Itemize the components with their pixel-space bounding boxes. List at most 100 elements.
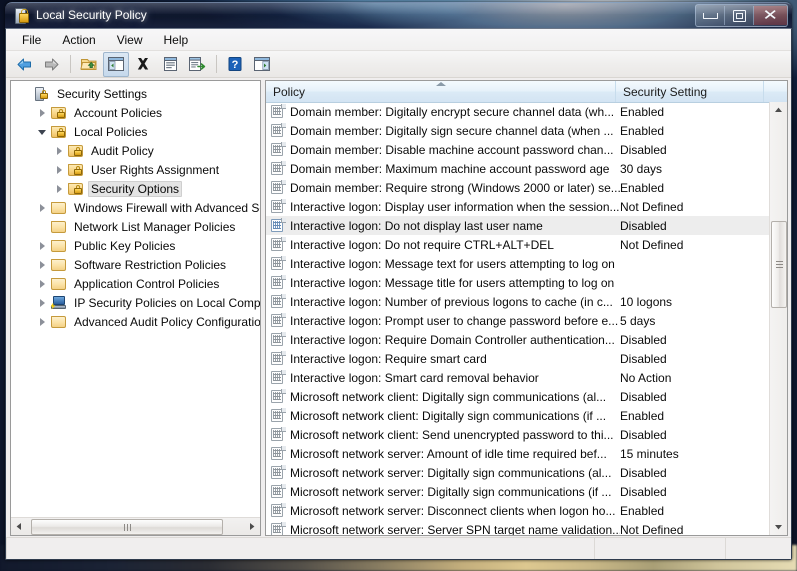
tree-item-user-rights-assignment[interactable]: User Rights Assignment	[11, 160, 260, 179]
policy-setting-icon	[270, 103, 286, 120]
chevron-down-icon[interactable]	[34, 122, 50, 141]
security-setting-cell: Enabled	[620, 123, 665, 138]
chevron-right-icon[interactable]	[34, 312, 50, 331]
policy-setting-icon	[270, 464, 286, 481]
policy-setting-icon	[270, 350, 286, 367]
menu-view[interactable]: View	[107, 30, 153, 50]
properties-icon[interactable]	[157, 52, 183, 77]
security-settings-icon	[33, 86, 51, 102]
table-row[interactable]: Interactive logon: Require smart card Dis…	[266, 349, 770, 368]
tree-hscroll-thumb[interactable]	[31, 519, 223, 535]
table-row[interactable]: Interactive logon: Do not display last u…	[266, 216, 770, 235]
tree-item-security-settings[interactable]: Security Settings	[11, 84, 260, 103]
tree-item-audit-policy[interactable]: Audit Policy	[11, 141, 260, 160]
table-row[interactable]: Domain member: Require strong (Windows 2…	[266, 178, 770, 197]
scroll-down-button[interactable]	[770, 518, 787, 535]
status-bar	[6, 537, 791, 559]
table-row[interactable]: Microsoft network client: Send unencrypt…	[266, 425, 770, 444]
chevron-right-icon[interactable]	[34, 236, 50, 255]
status-pane-2	[594, 538, 725, 559]
tree-twist-placeholder	[17, 84, 33, 103]
tree-item-local-policies[interactable]: Local Policies	[11, 122, 260, 141]
policy-name-cell: Interactive logon: Prompt user to change…	[290, 313, 619, 328]
table-row[interactable]: Microsoft network server: Digitally sign…	[266, 482, 770, 501]
tree-item-account-policies[interactable]: Account Policies	[11, 103, 260, 122]
policy-name-cell: Interactive logon: Do not display last u…	[290, 218, 543, 233]
table-row[interactable]: Interactive logon: Number of previous lo…	[266, 292, 770, 311]
security-setting-cell: Disabled	[620, 484, 667, 499]
tree-item-ip-security-policies-on-local-compute[interactable]: IP Security Policies on Local Compute	[11, 293, 260, 312]
table-row[interactable]: Microsoft network server: Digitally sign…	[266, 463, 770, 482]
show-hide-action-pane-icon[interactable]	[249, 52, 275, 77]
scroll-up-button[interactable]	[770, 102, 787, 119]
chevron-right-icon[interactable]	[51, 160, 67, 179]
close-button[interactable]: ✕	[754, 6, 787, 25]
policy-rows: Domain member: Digitally encrypt secure …	[266, 102, 770, 535]
tree-item-windows-firewall-with-advanced-secu[interactable]: Windows Firewall with Advanced Secu	[11, 198, 260, 217]
table-row[interactable]: Domain member: Digitally encrypt secure …	[266, 102, 770, 121]
policy-setting-icon	[270, 274, 286, 291]
table-row[interactable]: Interactive logon: Message title for use…	[266, 273, 770, 292]
tree-item-application-control-policies[interactable]: Application Control Policies	[11, 274, 260, 293]
delete-x-icon[interactable]	[130, 52, 156, 77]
table-row[interactable]: Interactive logon: Smart card removal be…	[266, 368, 770, 387]
chevron-right-icon[interactable]	[34, 103, 50, 122]
chevron-right-icon[interactable]	[51, 141, 67, 160]
policy-name-cell: Microsoft network server: Digitally sign…	[290, 484, 612, 499]
chevron-right-icon[interactable]	[34, 293, 50, 312]
table-row[interactable]: Interactive logon: Display user informat…	[266, 197, 770, 216]
scroll-left-button[interactable]	[11, 518, 28, 535]
table-row[interactable]: Interactive logon: Require Domain Contro…	[266, 330, 770, 349]
toolbar: ?	[6, 51, 791, 78]
policy-setting-icon	[270, 160, 286, 177]
scrollbar-grip-icon	[123, 523, 131, 531]
tree-item-software-restriction-policies[interactable]: Software Restriction Policies	[11, 255, 260, 274]
up-one-level-folder-icon[interactable]	[76, 52, 102, 77]
tree-item-public-key-policies[interactable]: Public Key Policies	[11, 236, 260, 255]
scroll-right-button[interactable]	[243, 518, 260, 535]
menu-help[interactable]: Help	[154, 30, 199, 50]
tree-hscroll-track[interactable]	[28, 518, 243, 535]
table-row[interactable]: Interactive logon: Message text for user…	[266, 254, 770, 273]
chevron-right-icon[interactable]	[51, 179, 67, 198]
column-header-policy[interactable]: Policy	[266, 81, 616, 102]
table-row[interactable]: Microsoft network server: Disconnect cli…	[266, 501, 770, 520]
table-row[interactable]: Microsoft network client: Digitally sign…	[266, 387, 770, 406]
policy-name-cell: Domain member: Disable machine account p…	[290, 142, 614, 157]
title-bar[interactable]: Local Security Policy ✕	[5, 2, 792, 28]
policy-setting-icon	[270, 293, 286, 310]
table-row[interactable]: Interactive logon: Do not require CTRL+A…	[266, 235, 770, 254]
table-row[interactable]: Domain member: Digitally sign secure cha…	[266, 121, 770, 140]
tree-item-security-options[interactable]: Security Options	[11, 179, 260, 198]
tree-item-label: Windows Firewall with Advanced Secu	[74, 200, 260, 215]
table-row[interactable]: Interactive logon: Prompt user to change…	[266, 311, 770, 330]
menu-bar: File Action View Help	[6, 29, 791, 51]
menu-action[interactable]: Action	[52, 30, 105, 50]
table-row[interactable]: Domain member: Maximum machine account p…	[266, 159, 770, 178]
table-row[interactable]: Domain member: Disable machine account p…	[266, 140, 770, 159]
export-list-icon[interactable]	[184, 52, 210, 77]
security-setting-cell: Not Defined	[620, 199, 684, 214]
column-header-security-setting[interactable]: Security Setting	[616, 81, 764, 102]
menu-file[interactable]: File	[12, 30, 51, 50]
chevron-right-icon[interactable]	[34, 274, 50, 293]
list-vertical-scrollbar[interactable]	[769, 102, 787, 535]
tree-item-network-list-manager-policies[interactable]: Network List Manager Policies	[11, 217, 260, 236]
policy-name-cell: Microsoft network server: Disconnect cli…	[290, 503, 616, 518]
table-row[interactable]: Microsoft network client: Digitally sign…	[266, 406, 770, 425]
table-row[interactable]: Microsoft network server: Amount of idle…	[266, 444, 770, 463]
table-row[interactable]: Microsoft network server: Server SPN tar…	[266, 520, 770, 535]
tree-item-advanced-audit-policy-configuration[interactable]: Advanced Audit Policy Configuration	[11, 312, 260, 331]
forward-arrow-icon[interactable]	[38, 52, 64, 77]
minimize-button[interactable]	[696, 6, 725, 25]
help-question-icon[interactable]: ?	[222, 52, 248, 77]
security-setting-cell: Enabled	[620, 104, 665, 119]
maximize-restore-button[interactable]	[725, 6, 754, 25]
list-vscroll-thumb[interactable]	[771, 221, 787, 308]
chevron-right-icon[interactable]	[34, 255, 50, 274]
chevron-right-icon[interactable]	[34, 198, 50, 217]
back-arrow-icon[interactable]	[11, 52, 37, 77]
tree-horizontal-scrollbar[interactable]	[11, 517, 260, 535]
security-setting-cell: Disabled	[620, 351, 667, 366]
show-hide-console-tree-icon[interactable]	[103, 51, 129, 77]
